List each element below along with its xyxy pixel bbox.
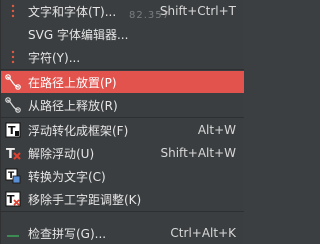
menu-item-convert-to-text[interactable]: T 转换为文字(C) bbox=[1, 165, 244, 187]
menu-separator bbox=[1, 69, 244, 70]
glyphs-icon bbox=[5, 49, 21, 65]
menu-item-label: SVG 字体编辑器... bbox=[28, 27, 129, 42]
text-font-icon bbox=[5, 3, 21, 19]
remove-kerns-icon: T bbox=[5, 191, 21, 207]
menu-item-shortcut: Ctrl+Alt+K bbox=[170, 226, 236, 240]
menu-item-label: 解除浮动(U) bbox=[28, 146, 95, 161]
convert-to-text-icon: T bbox=[5, 168, 21, 184]
menu-item-label: 移除手工字距调整(K) bbox=[28, 192, 142, 207]
menu-item-glyphs[interactable]: 字符(Y)... bbox=[1, 46, 244, 68]
text-menu: 82.357 文字和字体(T)... Shift+Ctrl+T SVG 字体编辑… bbox=[0, 0, 244, 244]
menu-item-label: 在路径上放置(P) bbox=[28, 75, 117, 90]
menu-item-label: 从路径上释放(R) bbox=[28, 98, 118, 113]
menu-separator bbox=[1, 211, 244, 212]
menu-item-put-on-path[interactable]: 在路径上放置(P) bbox=[1, 71, 244, 93]
menu-item-label: 字符(Y)... bbox=[28, 50, 81, 65]
menu-item-shortcut: Shift+Alt+W bbox=[160, 146, 237, 160]
menu-item-shortcut: Alt+W bbox=[197, 123, 236, 137]
menu-item-shortcut: Shift+Ctrl+T bbox=[159, 4, 236, 18]
menu-item-text-and-font[interactable]: 文字和字体(T)... Shift+Ctrl+T bbox=[1, 0, 244, 22]
menu-item-label: 转换为文字(C) bbox=[28, 169, 106, 184]
menu-item-remove-manual-kerns[interactable]: T 移除手工字距调整(K) bbox=[1, 188, 244, 210]
menu-item-check-spelling[interactable]: 检查拼写(G)... Ctrl+Alt+K bbox=[1, 222, 244, 244]
menu-item-label: 检查拼写(G)... bbox=[28, 226, 107, 241]
menu-separator bbox=[1, 117, 244, 118]
menu-item-remove-from-path[interactable]: 从路径上释放(R) bbox=[1, 94, 244, 116]
menu-item-label: 文字和字体(T)... bbox=[28, 4, 117, 19]
flow-into-frame-icon: T bbox=[5, 122, 21, 138]
unflow-icon: T bbox=[5, 145, 21, 161]
svg-text:T: T bbox=[8, 124, 16, 137]
put-on-path-icon bbox=[5, 74, 21, 90]
spellcheck-icon bbox=[5, 225, 21, 241]
menu-item-svg-font-editor[interactable]: SVG 字体编辑器... bbox=[1, 23, 244, 45]
remove-from-path-icon bbox=[5, 97, 21, 113]
menu-item-label: 浮动转化成框架(F) bbox=[28, 123, 129, 138]
menu-item-unflow[interactable]: T 解除浮动(U) Shift+Alt+W bbox=[1, 142, 244, 164]
menu-item-flow-into-frame[interactable]: T 浮动转化成框架(F) Alt+W bbox=[1, 119, 244, 141]
